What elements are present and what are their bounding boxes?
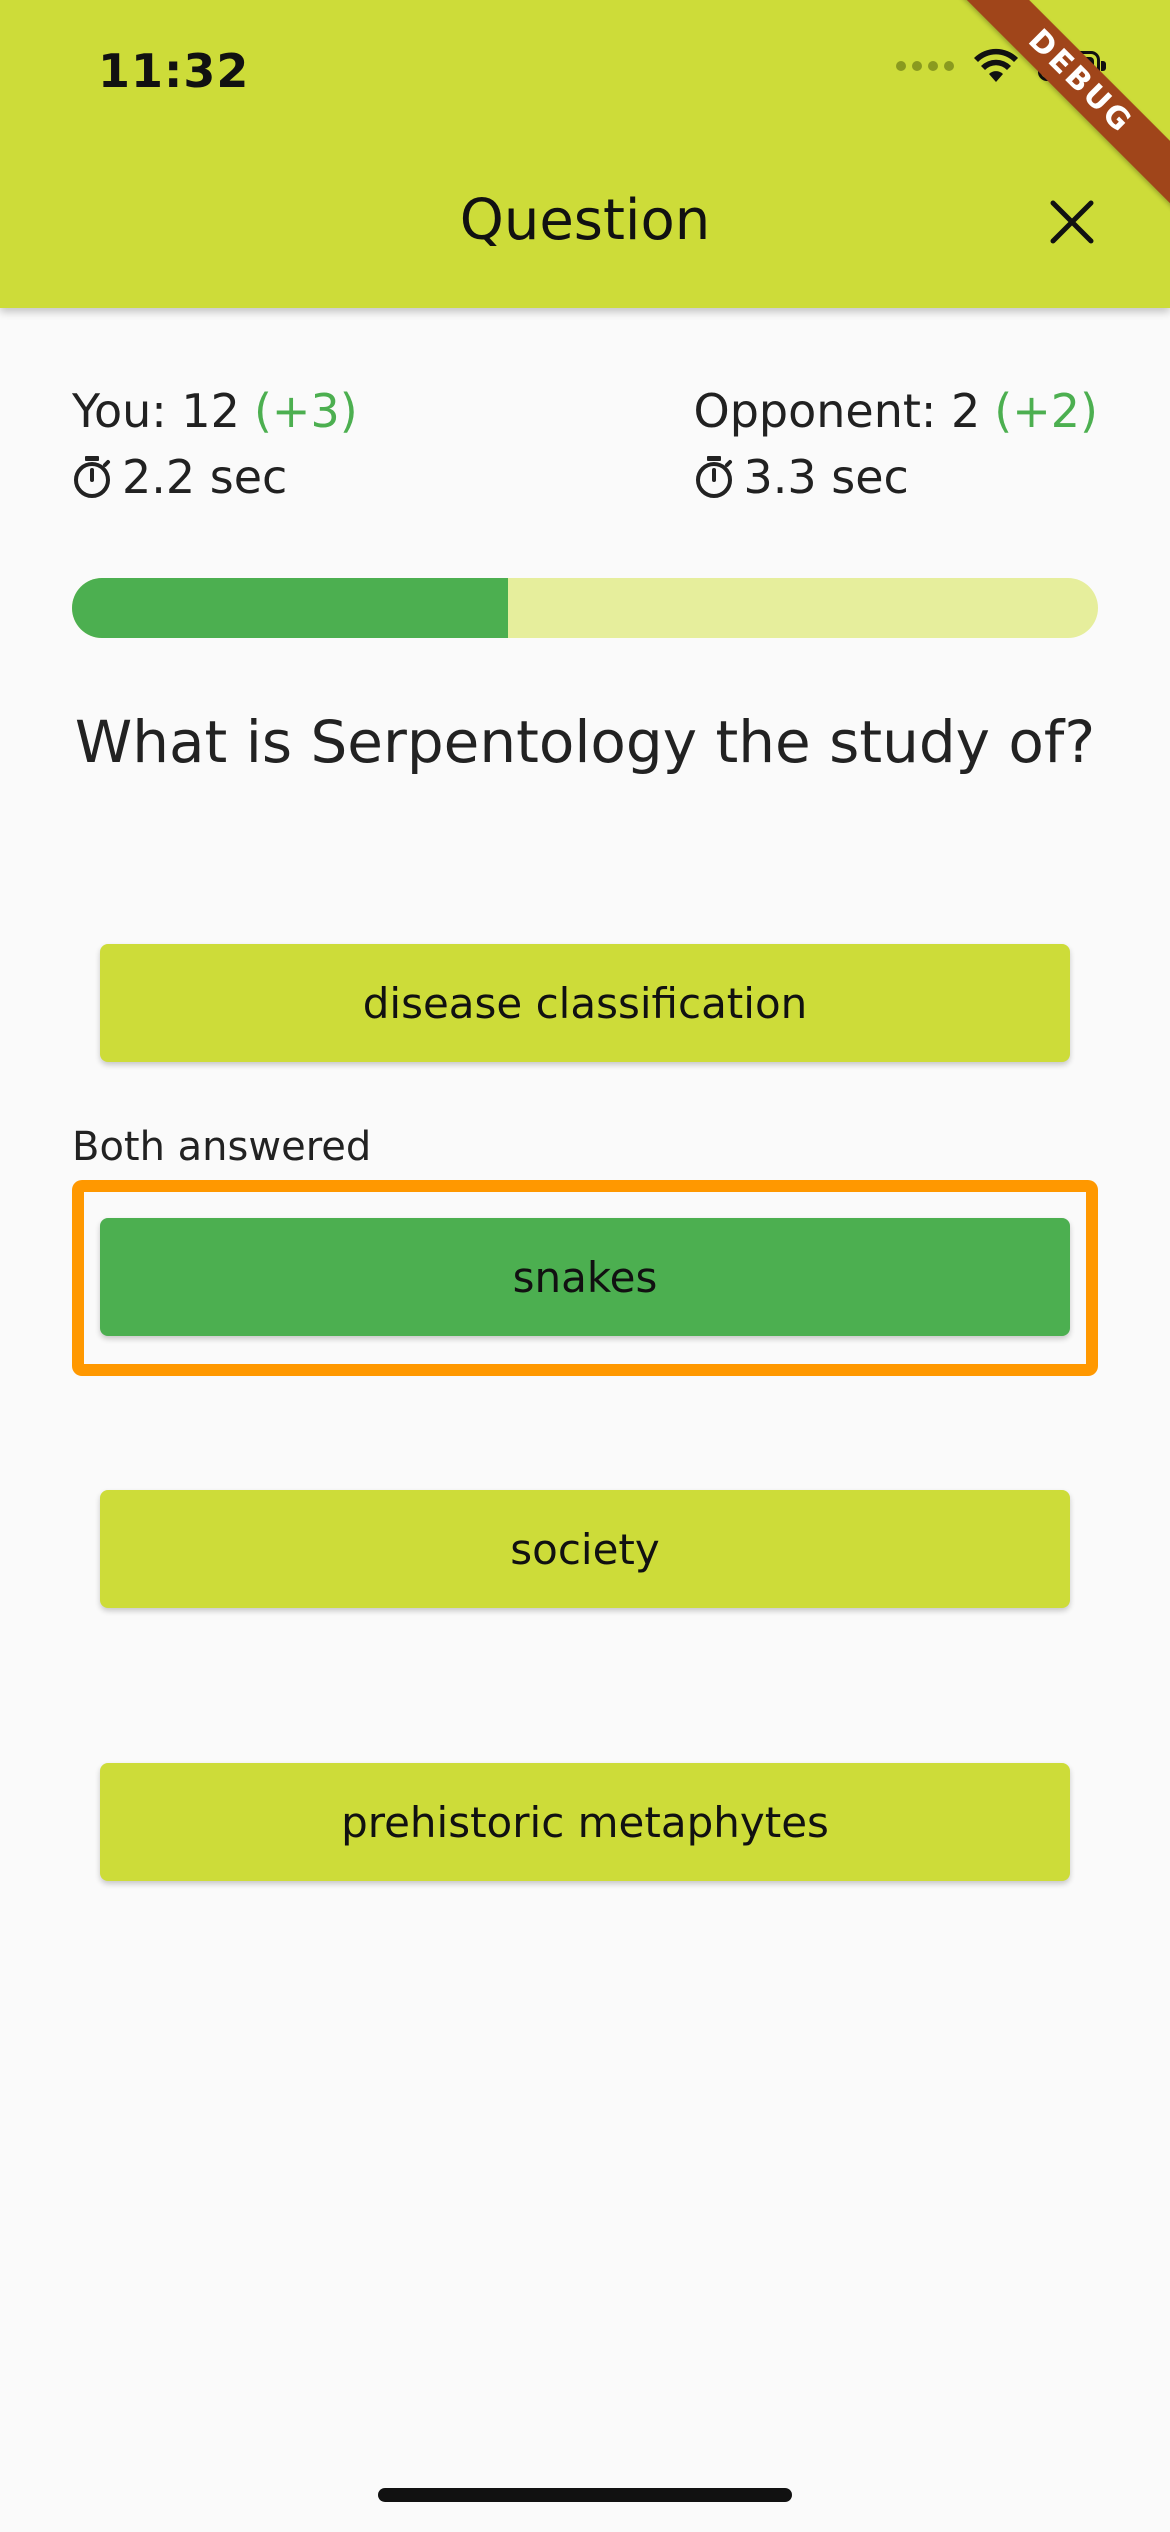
status-time: 11:32 <box>98 44 250 98</box>
home-indicator[interactable] <box>378 2488 792 2502</box>
answer-button-correct[interactable]: snakes <box>100 1218 1070 1336</box>
close-icon <box>1050 200 1094 244</box>
player-time: 2.2 sec <box>122 450 288 504</box>
close-button[interactable] <box>1022 186 1122 258</box>
wifi-icon <box>974 48 1018 82</box>
page-title: Question <box>459 188 711 253</box>
stopwatch-icon <box>74 456 110 498</box>
opponent-time: 3.3 sec <box>743 450 909 504</box>
progress-fill <box>72 578 509 638</box>
answer-button[interactable]: disease classification <box>100 944 1070 1062</box>
player-score-bonus: (+3) <box>253 384 358 438</box>
answer-button[interactable]: prehistoric metaphytes <box>100 1763 1070 1881</box>
answer-button[interactable]: society <box>100 1490 1070 1608</box>
time-progress-bar <box>72 578 1098 638</box>
opponent-score: Opponent: 2 (+2) 3.3 sec <box>694 378 1098 510</box>
app-bar: 11:32 Question <box>0 0 1170 308</box>
opponent-score-label: Opponent: 2 <box>693 384 981 438</box>
player-score: You: 12 (+3) 2.2 sec <box>72 378 358 510</box>
stopwatch-icon <box>695 456 732 498</box>
opponent-score-bonus: (+2) <box>994 384 1098 438</box>
question-text: What is Serpentology the study of? <box>74 708 1096 776</box>
player-score-label: You: 12 <box>72 384 240 438</box>
answer-status-note: Both answered <box>72 1124 372 1170</box>
cellular-signal-icon <box>896 61 954 71</box>
